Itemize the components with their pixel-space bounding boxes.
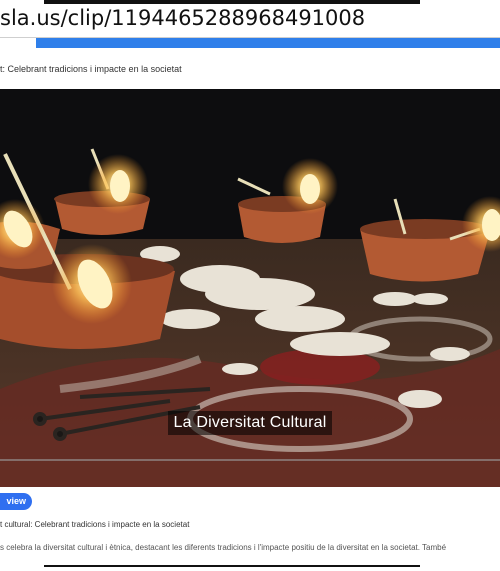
bottom-frame-line	[44, 565, 420, 567]
accent-bar	[0, 38, 500, 48]
video-caption: La Diversitat Cultural	[0, 411, 500, 435]
clip-title-secondary: t cultural: Celebrant tradicions i impac…	[0, 520, 190, 529]
url-text[interactable]: sla.us/clip/1194465288968491008	[0, 6, 365, 30]
accent-bar-notch	[0, 38, 36, 48]
view-button[interactable]: view	[0, 493, 32, 510]
top-frame-line	[44, 0, 420, 4]
browser-address-bar: sla.us/clip/1194465288968491008	[0, 0, 500, 38]
video-progress-track	[0, 459, 500, 461]
video-player[interactable]: La Diversitat Cultural	[0, 89, 500, 487]
clip-description: s celebra la diversitat cultural i ètnic…	[0, 543, 447, 552]
clip-title: t: Celebrant tradicions i impacte en la …	[0, 64, 182, 74]
video-caption-text: La Diversitat Cultural	[167, 411, 333, 435]
